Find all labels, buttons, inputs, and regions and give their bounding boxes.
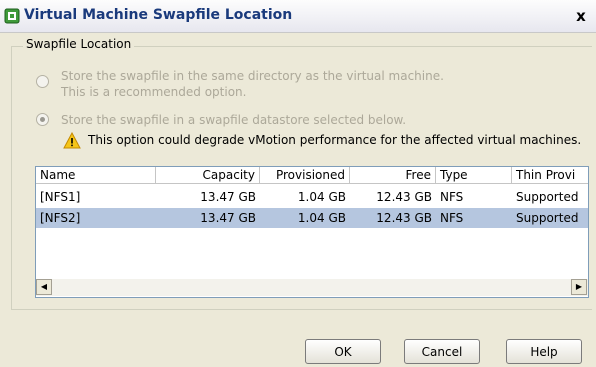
option-same-directory-label: Store the swapfile in the same directory… bbox=[61, 69, 444, 83]
cell-capacity: 13.47 GB bbox=[200, 211, 256, 225]
cell-thin-provisioning: Supported bbox=[516, 190, 579, 204]
scroll-left-button[interactable]: ◀ bbox=[36, 279, 52, 295]
cell-free: 12.43 GB bbox=[376, 211, 432, 225]
title-bar[interactable]: Virtual Machine Swapfile Location x bbox=[0, 0, 596, 33]
datastore-table[interactable]: Name Capacity Provisioned Free Type Thin… bbox=[35, 166, 589, 298]
table-row[interactable]: [NFS1] 13.47 GB 1.04 GB 12.43 GB NFS Sup… bbox=[36, 187, 588, 207]
cell-provisioned: 1.04 GB bbox=[297, 211, 346, 225]
close-button[interactable]: x bbox=[570, 5, 592, 27]
dialog-title: Virtual Machine Swapfile Location bbox=[24, 7, 293, 23]
cell-capacity: 13.47 GB bbox=[200, 190, 256, 204]
warning-icon bbox=[63, 132, 81, 149]
scroll-right-button[interactable]: ▶ bbox=[571, 279, 587, 295]
cell-free: 12.43 GB bbox=[376, 190, 432, 204]
table-row[interactable]: [NFS2] 13.47 GB 1.04 GB 12.43 GB NFS Sup… bbox=[36, 208, 588, 228]
warning-text: This option could degrade vMotion perfor… bbox=[88, 133, 582, 147]
cell-name: [NFS2] bbox=[40, 211, 81, 225]
cell-type: NFS bbox=[440, 211, 464, 225]
radio-same-directory[interactable] bbox=[36, 75, 49, 88]
cell-thin-provisioning: Supported bbox=[516, 211, 579, 225]
table-header: Name Capacity Provisioned Free Type Thin… bbox=[36, 167, 588, 185]
swapfile-dialog: Virtual Machine Swapfile Location x Swap… bbox=[0, 0, 596, 367]
cell-type: NFS bbox=[440, 190, 464, 204]
horizontal-scrollbar[interactable]: ◀ ▶ bbox=[36, 279, 588, 296]
option-same-directory-note: This is a recommended option. bbox=[61, 85, 247, 99]
column-header-free[interactable]: Free bbox=[350, 167, 436, 184]
cancel-button[interactable]: Cancel bbox=[404, 339, 480, 364]
cell-name: [NFS1] bbox=[40, 190, 81, 204]
column-header-capacity[interactable]: Capacity bbox=[156, 167, 260, 184]
column-header-thin-provisioning[interactable]: Thin Provi bbox=[512, 167, 588, 184]
column-header-type[interactable]: Type bbox=[436, 167, 512, 184]
group-legend: Swapfile Location bbox=[23, 37, 135, 51]
vm-app-icon bbox=[4, 8, 20, 24]
help-button[interactable]: Help bbox=[506, 339, 582, 364]
column-header-name[interactable]: Name bbox=[36, 167, 156, 184]
ok-button[interactable]: OK bbox=[305, 339, 381, 364]
option-swapfile-datastore-label: Store the swapfile in a swapfile datasto… bbox=[61, 113, 407, 127]
radio-swapfile-datastore[interactable] bbox=[36, 113, 49, 126]
cell-provisioned: 1.04 GB bbox=[297, 190, 346, 204]
column-header-provisioned[interactable]: Provisioned bbox=[260, 167, 350, 184]
